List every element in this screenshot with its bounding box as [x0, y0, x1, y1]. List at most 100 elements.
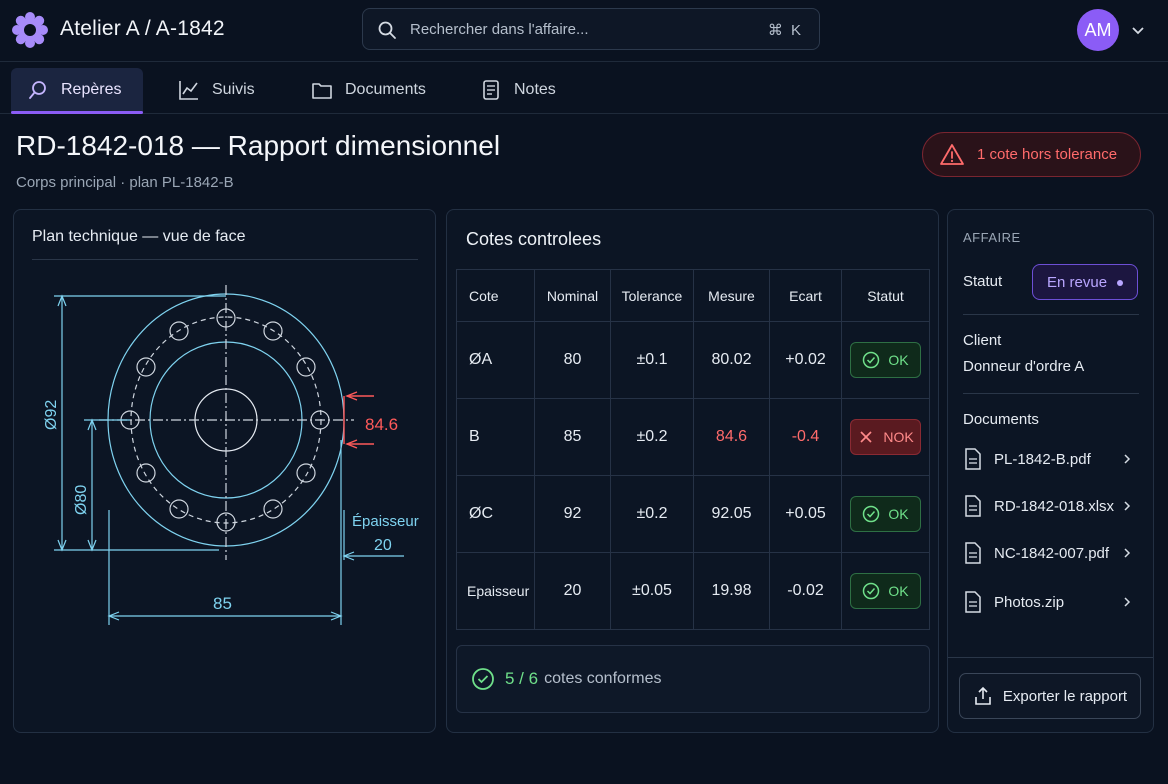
- document-name: RD-1842-018.xlsx: [994, 497, 1115, 515]
- document-item[interactable]: RD-1842-018.xlsx: [963, 493, 1139, 519]
- section-heading: AFFAIRE: [963, 230, 1021, 245]
- page-title: RD-1842-018 — Rapport dimensionnel: [16, 130, 501, 161]
- col-header: Mesure: [693, 269, 770, 322]
- export-label: Exporter le rapport: [1002, 687, 1128, 705]
- document-name: NC-1842-007.pdf: [994, 544, 1110, 562]
- cotes-panel: Cotes controlees Cote Nominal Tolerance …: [446, 209, 939, 733]
- page-subtitle: Corps principal · plan PL-1842-B: [16, 174, 234, 191]
- statut-label: Statut: [963, 273, 1003, 290]
- cell-nominal: 20: [534, 552, 611, 630]
- status-badge: OK: [850, 342, 921, 378]
- export-report-button[interactable]: Exporter le rapport: [959, 673, 1141, 719]
- client-label: Client: [963, 332, 1002, 349]
- status-label: OK: [888, 352, 909, 368]
- document-item[interactable]: Photos.zip: [963, 589, 1139, 615]
- chevron-right-icon: [1124, 454, 1131, 464]
- tab-reperes[interactable]: Repères: [11, 68, 143, 114]
- summary-label: cotes conformes: [544, 670, 662, 687]
- status-dot: [1117, 280, 1123, 286]
- col-header: Ecart: [769, 269, 842, 322]
- document-name: Photos.zip: [994, 593, 1065, 611]
- check-circle-icon: [472, 668, 494, 690]
- tab-notes[interactable]: Notes: [480, 68, 556, 112]
- document-item[interactable]: NC-1842-007.pdf: [963, 540, 1139, 566]
- search-input[interactable]: Rechercher dans l'affaire...: [410, 21, 589, 38]
- check-circle-icon: [863, 505, 880, 523]
- chevron-down-icon[interactable]: [1130, 22, 1146, 38]
- dim-width: 85: [213, 594, 232, 613]
- file-icon: [965, 448, 981, 470]
- cell-nominal: 80: [534, 321, 611, 399]
- cell-tolerance: ±0.1: [610, 321, 694, 399]
- table-row[interactable]: Epaisseur 20 ±0.05 19.98 -0.02 OK: [456, 552, 930, 630]
- search-bar[interactable]: Rechercher dans l'affaire... ⌘ K: [362, 8, 820, 50]
- pin-icon: [29, 81, 46, 99]
- client-value: Donneur d'ordre A: [963, 358, 1085, 375]
- cotes-title: Cotes controlees: [466, 229, 602, 249]
- tab-bar: Repères Suivis Documents Notes: [0, 62, 1168, 114]
- cell-ecart: -0.4: [769, 398, 842, 476]
- dim-thickness-value: 20: [374, 537, 392, 554]
- col-header: Cote: [456, 269, 535, 322]
- avatar[interactable]: AM: [1077, 9, 1119, 51]
- tab-suivis[interactable]: Suivis: [178, 68, 255, 112]
- folder-icon: [312, 83, 332, 99]
- tab-documents[interactable]: Documents: [311, 68, 426, 112]
- cell-mesure: 84.6: [693, 398, 770, 476]
- divider: [948, 657, 1153, 658]
- cell-nominal: 85: [534, 398, 611, 476]
- dim-d92: Ø92: [43, 400, 60, 430]
- tab-label: Repères: [61, 81, 122, 98]
- tab-label: Notes: [514, 81, 556, 98]
- close-icon: [860, 431, 872, 443]
- tab-label: Documents: [345, 81, 426, 98]
- check-circle-icon: [863, 582, 880, 600]
- check-circle-icon: [863, 351, 880, 369]
- cotes-table: Cote Nominal Tolerance Mesure Ecart Stat…: [456, 269, 930, 630]
- cell-mesure: 80.02: [693, 321, 770, 399]
- cell-cote: ØA: [456, 321, 535, 399]
- document-item[interactable]: PL-1842-B.pdf: [963, 446, 1139, 472]
- chevron-right-icon: [1124, 501, 1131, 511]
- search-icon: [378, 21, 396, 39]
- status-label: OK: [888, 583, 909, 599]
- divider: [963, 393, 1139, 394]
- chart-line-icon: [179, 81, 198, 100]
- cell-mesure: 92.05: [693, 475, 770, 553]
- status-select[interactable]: En revue: [1032, 264, 1138, 300]
- cell-statut: OK: [841, 475, 930, 553]
- app-logo-icon[interactable]: [12, 12, 48, 48]
- note-icon: [483, 80, 499, 100]
- documents-label: Documents: [963, 411, 1039, 428]
- cell-tolerance: ±0.05: [610, 552, 694, 630]
- status-badge: NOK: [850, 419, 921, 455]
- search-shortcut: ⌘ K: [767, 22, 803, 39]
- tab-label: Suivis: [212, 81, 255, 98]
- plan-panel: Plan technique — vue de face Ø92 Ø80 85 …: [13, 209, 436, 733]
- col-header: Statut: [841, 269, 930, 322]
- cell-mesure: 19.98: [693, 552, 770, 630]
- status-badge: OK: [850, 496, 921, 532]
- alert-badge[interactable]: 1 cote hors tolerance: [922, 132, 1141, 177]
- file-icon: [965, 542, 981, 564]
- col-header: Nominal: [534, 269, 611, 322]
- status-badge: OK: [850, 573, 921, 609]
- dim-d80: Ø80: [73, 485, 90, 515]
- status-value: En revue: [1047, 273, 1108, 291]
- technical-drawing: Ø92 Ø80 85 84.6 Épaisseur 20: [43, 285, 419, 625]
- table-row[interactable]: ØC 92 ±0.2 92.05 +0.05 OK: [456, 475, 930, 553]
- file-icon: [965, 495, 981, 517]
- top-bar: Atelier A / A-1842 Rechercher dans l'aff…: [0, 0, 1168, 62]
- cell-nominal: 92: [534, 475, 611, 553]
- divider: [32, 259, 418, 260]
- table-row[interactable]: ØA 80 ±0.1 80.02 +0.02 OK: [456, 321, 930, 399]
- cell-statut: NOK: [841, 398, 930, 476]
- cell-tolerance: ±0.2: [610, 398, 694, 476]
- col-header: Tolerance: [610, 269, 694, 322]
- cell-ecart: -0.02: [769, 552, 842, 630]
- cell-ecart: +0.05: [769, 475, 842, 553]
- conformity-summary: 5 / 6 cotes conformes: [456, 645, 930, 713]
- divider: [963, 314, 1139, 315]
- status-label: NOK: [883, 429, 914, 445]
- table-row[interactable]: B 85 ±0.2 84.6 -0.4 NOK: [456, 398, 930, 476]
